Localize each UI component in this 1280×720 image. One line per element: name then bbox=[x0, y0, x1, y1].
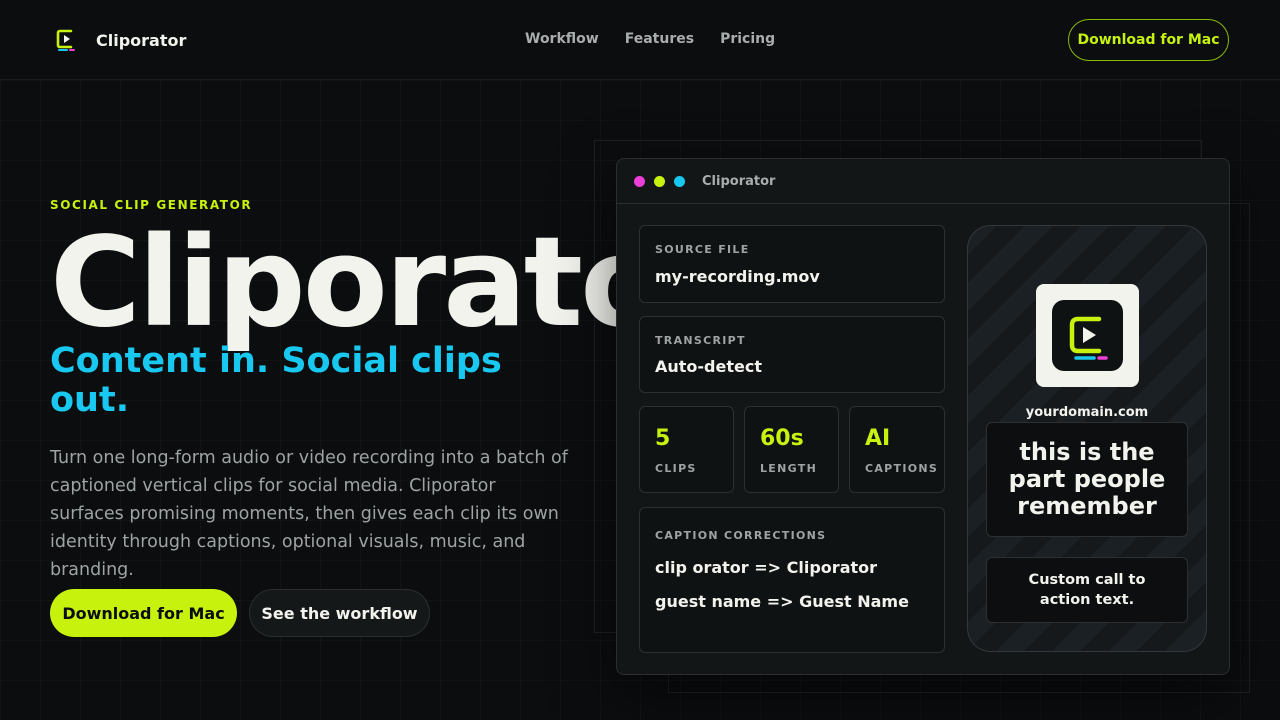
nav-download-button[interactable]: Download for Mac bbox=[1068, 19, 1229, 61]
stat-value: AI bbox=[865, 426, 891, 451]
preview-domain: yourdomain.com bbox=[1025, 405, 1149, 420]
brand-name: Cliporator bbox=[96, 30, 187, 50]
preview-cta: Custom call to action text. bbox=[986, 557, 1188, 623]
preview-logo-tile bbox=[1036, 284, 1139, 387]
transcript-value: Auto-detect bbox=[655, 357, 762, 376]
window-dot-lime bbox=[654, 176, 665, 187]
stat-card-captions: AI CAPTIONS bbox=[849, 406, 945, 493]
window-title: Cliporator bbox=[702, 174, 776, 189]
window-dot-magenta bbox=[634, 176, 645, 187]
nav-links: Workflow Features Pricing bbox=[525, 31, 775, 47]
stat-label: CLIPS bbox=[655, 462, 697, 475]
stat-label: CAPTIONS bbox=[865, 462, 939, 475]
app-window-preview: Cliporator SOURCE FILE my-recording.mov … bbox=[616, 158, 1230, 675]
stat-value: 5 bbox=[655, 426, 671, 451]
stat-card-length: 60s LENGTH bbox=[744, 406, 839, 493]
source-file-card[interactable]: SOURCE FILE my-recording.mov bbox=[639, 225, 945, 303]
hero-description: Turn one long-form audio or video record… bbox=[50, 448, 568, 580]
top-nav: Cliporator Workflow Features Pricing Dow… bbox=[0, 0, 1280, 80]
nav-link-workflow[interactable]: Workflow bbox=[525, 31, 599, 47]
nav-link-pricing[interactable]: Pricing bbox=[720, 31, 775, 47]
stat-value: 60s bbox=[760, 426, 804, 451]
clip-preview-phone: yourdomain.com this is the part people r… bbox=[967, 225, 1207, 652]
window-dot-cyan bbox=[674, 176, 685, 187]
hero-subtitle: Content in. Social clips out. bbox=[50, 341, 502, 420]
correction-item: clip orator => Cliporator bbox=[655, 558, 878, 577]
cliporator-logo-icon bbox=[55, 28, 77, 52]
transcript-label: TRANSCRIPT bbox=[655, 334, 746, 347]
download-button[interactable]: Download for Mac bbox=[50, 589, 237, 637]
nav-link-features[interactable]: Features bbox=[625, 31, 694, 47]
transcript-card[interactable]: TRANSCRIPT Auto-detect bbox=[639, 316, 945, 393]
window-titlebar: Cliporator bbox=[617, 159, 1229, 204]
cliporator-logo-icon bbox=[1052, 300, 1123, 371]
caption-corrections-label: CAPTION CORRECTIONS bbox=[655, 529, 827, 542]
hero-eyebrow: SOCIAL CLIP GENERATOR bbox=[50, 198, 253, 212]
see-workflow-button[interactable]: See the workflow bbox=[249, 589, 430, 637]
correction-item: guest name => Guest Name bbox=[655, 592, 909, 611]
stat-label: LENGTH bbox=[760, 462, 818, 475]
stat-card-clips: 5 CLIPS bbox=[639, 406, 734, 493]
caption-corrections-card[interactable]: CAPTION CORRECTIONS clip orator => Clipo… bbox=[639, 507, 945, 653]
brand[interactable]: Cliporator bbox=[55, 28, 186, 52]
source-file-label: SOURCE FILE bbox=[655, 243, 750, 256]
preview-caption: this is the part people remember bbox=[986, 422, 1188, 537]
source-file-value: my-recording.mov bbox=[655, 267, 820, 286]
